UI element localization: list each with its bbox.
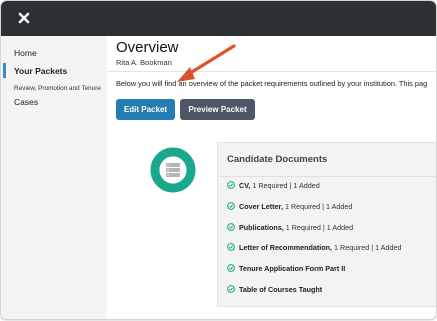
document-name: Letter of Recommendation, (239, 243, 333, 252)
check-circle-icon (227, 181, 235, 189)
document-detail: 1 Required | 1 Added (250, 181, 320, 190)
list-item-tenure-application-form: Tenure Application Form Part II (227, 264, 345, 276)
list-item-table-of-courses: Table of Courses Taught (227, 285, 322, 297)
candidate-documents-card: Candidate Documents CV, 1 Required | 1 A… (217, 142, 436, 307)
document-name: CV, (239, 181, 251, 190)
document-name: Tenure Application Form Part II (239, 264, 346, 273)
page-subtitle: Rita A. Bookman (116, 58, 172, 67)
document-name: Table of Courses Taught (239, 285, 323, 294)
top-bar (1, 1, 436, 36)
document-detail: 1 Required | 1 Added (282, 202, 353, 211)
check-circle-icon (227, 202, 235, 210)
check-circle-icon (227, 223, 235, 231)
main-content: Overview Rita A. Bookman Below you will … (107, 36, 436, 319)
sidebar-item-home[interactable]: Home (14, 48, 37, 58)
sidebar-item-your-packets[interactable]: Your Packets (14, 66, 67, 76)
document-detail: 1 Required | 1 Added (332, 243, 402, 252)
card-title: Candidate Documents (227, 154, 328, 165)
document-detail: 1 Required | 1 Added (283, 223, 354, 232)
page-title: Overview (116, 39, 179, 56)
active-indicator (3, 63, 6, 78)
list-item-cv: CV, 1 Required | 1 Added (227, 181, 320, 193)
card-divider (218, 176, 436, 177)
intro-text: Below you will find an overview of the p… (116, 79, 428, 88)
list-item-publications: Publications, 1 Required | 1 Added (227, 223, 353, 235)
preview-packet-button[interactable]: Preview Packet (180, 99, 255, 120)
list-item-letter-of-recommendation: Letter of Recommendation, 1 Required | 1… (227, 243, 401, 255)
close-x-icon[interactable] (15, 9, 33, 27)
progress-donut-icon (150, 147, 196, 193)
edit-packet-button[interactable]: Edit Packet (116, 99, 175, 120)
list-item-cover-letter: Cover Letter, 1 Required | 1 Added (227, 202, 352, 214)
check-circle-icon (227, 285, 235, 293)
document-name: Cover Letter, (239, 202, 283, 211)
app-window: Home Your Packets Review, Promotion and … (1, 1, 436, 319)
sidebar: Home Your Packets Review, Promotion and … (1, 36, 107, 319)
sidebar-item-review-promotion-tenure[interactable]: Review, Promotion and Tenure (14, 85, 101, 92)
document-name: Publications, (239, 223, 284, 232)
sidebar-item-cases[interactable]: Cases (14, 97, 38, 107)
header-divider (107, 71, 436, 72)
check-circle-icon (227, 264, 235, 272)
check-circle-icon (227, 243, 235, 251)
